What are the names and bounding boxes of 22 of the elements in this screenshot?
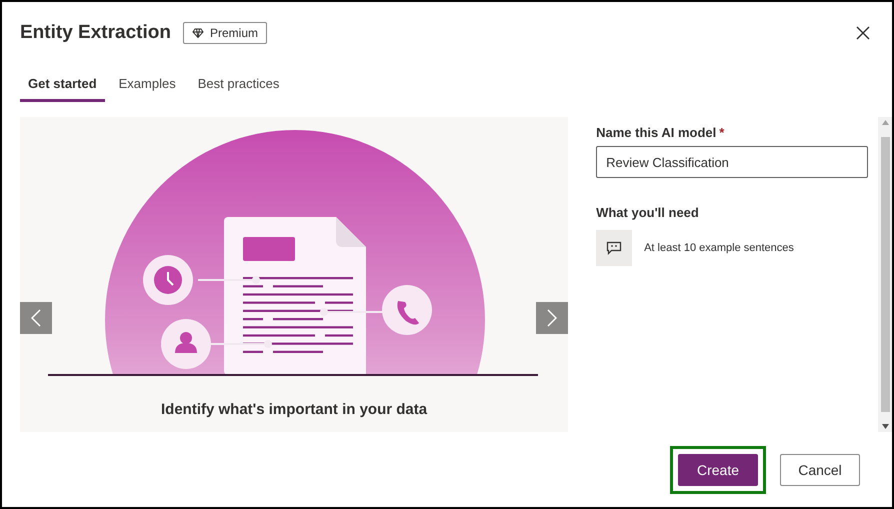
scroll-down-icon[interactable]	[882, 424, 889, 429]
tab[interactable]: Examples	[110, 66, 184, 102]
chevron-left-icon	[31, 309, 41, 327]
tab[interactable]: Best practices	[190, 66, 288, 102]
tab[interactable]: Get started	[20, 66, 105, 102]
model-name-field[interactable]: Review Classification	[596, 146, 868, 178]
dialog-title: Entity Extraction	[20, 22, 171, 44]
cancel-button[interactable]: Cancel	[780, 454, 860, 486]
scrollbar[interactable]	[878, 117, 892, 432]
section-heading: What you'll need	[596, 205, 700, 220]
previous-button[interactable]	[20, 302, 52, 334]
premium-badge: Premium	[182, 22, 267, 44]
field-label: Name this AI model *	[596, 125, 726, 140]
scroll-up-icon[interactable]	[882, 120, 889, 125]
close-icon	[856, 26, 870, 40]
chat-icon	[596, 230, 632, 266]
requirement-text: At least 10 example sentences	[644, 242, 794, 254]
chevron-right-icon	[547, 309, 558, 327]
diamond-icon	[192, 28, 204, 38]
next-button[interactable]	[536, 302, 568, 334]
slide-heading: Identify what's important in your data	[161, 401, 428, 418]
create-button[interactable]: Create	[678, 454, 758, 486]
